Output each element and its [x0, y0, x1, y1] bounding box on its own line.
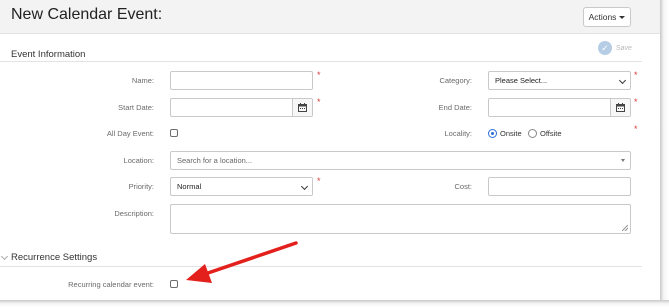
required-marker: *	[634, 70, 638, 80]
required-marker: *	[634, 124, 638, 134]
all-day-event-checkbox[interactable]	[170, 129, 178, 137]
end-date-label: End Date:	[438, 103, 472, 112]
actions-button[interactable]: Actions	[583, 7, 631, 27]
required-marker: *	[317, 70, 321, 80]
location-placeholder: Search for a location...	[177, 156, 253, 165]
chevron-down-icon	[618, 76, 627, 85]
recurring-event-label: Recurring calendar event:	[68, 280, 154, 289]
start-date-label: Start Date:	[118, 103, 154, 112]
cost-input[interactable]	[488, 177, 631, 196]
locality-onsite-radio[interactable]	[488, 129, 497, 138]
required-marker: *	[317, 176, 321, 186]
description-label: Description:	[114, 209, 154, 218]
end-date-calendar-button[interactable]	[610, 99, 630, 116]
location-search-input[interactable]: Search for a location...	[170, 151, 631, 170]
check-circle-icon: ✓	[598, 41, 612, 55]
window-shadow-bottom	[0, 300, 669, 307]
actions-label: Actions	[588, 12, 617, 22]
page-title: New Calendar Event:	[11, 6, 163, 23]
resize-grip-icon[interactable]	[622, 225, 628, 231]
required-marker: *	[634, 97, 638, 107]
category-selected-value: Please Select...	[495, 76, 548, 85]
name-label: Name:	[131, 76, 154, 85]
save-label: Save	[616, 44, 632, 52]
category-select[interactable]: Please Select...	[488, 71, 631, 90]
red-arrow-icon	[186, 241, 298, 283]
location-label: Location:	[123, 156, 154, 165]
locality-onsite-label: Onsite	[500, 129, 522, 138]
required-marker: *	[317, 97, 321, 107]
all-day-event-label: All Day Event:	[106, 129, 154, 138]
caret-down-icon	[621, 159, 625, 162]
locality-label: Locality:	[444, 129, 472, 138]
section-divider	[0, 266, 642, 267]
caret-down-icon	[619, 15, 626, 19]
category-label: Category:	[439, 76, 472, 85]
priority-select[interactable]: Normal	[170, 177, 313, 196]
name-input[interactable]	[170, 71, 313, 90]
section-title-event-information: Event Information	[11, 49, 86, 60]
section-divider	[0, 61, 642, 62]
section-title-recurrence-settings: Recurrence Settings	[11, 252, 98, 263]
start-date-input[interactable]	[170, 98, 313, 117]
window-shadow-right	[660, 0, 669, 307]
title-bar: New Calendar Event: Actions	[0, 0, 660, 34]
locality-offsite-label: Offsite	[540, 129, 562, 138]
chevron-down-icon	[300, 182, 309, 191]
save-button[interactable]: ✓ Save	[598, 41, 632, 55]
priority-selected-value: Normal	[177, 182, 202, 191]
start-date-calendar-button[interactable]	[292, 99, 312, 116]
end-date-input[interactable]	[488, 98, 631, 117]
locality-offsite-radio[interactable]	[528, 129, 537, 138]
calendar-icon	[298, 103, 307, 112]
cost-label: Cost:	[454, 182, 472, 191]
priority-label: Priority:	[128, 182, 154, 191]
calendar-event-form: New Calendar Event: Actions Event Inform…	[0, 0, 660, 300]
description-textarea[interactable]	[170, 204, 631, 234]
calendar-icon	[616, 103, 625, 112]
chevron-down-icon[interactable]	[0, 252, 9, 261]
recurring-event-checkbox[interactable]	[170, 280, 178, 288]
